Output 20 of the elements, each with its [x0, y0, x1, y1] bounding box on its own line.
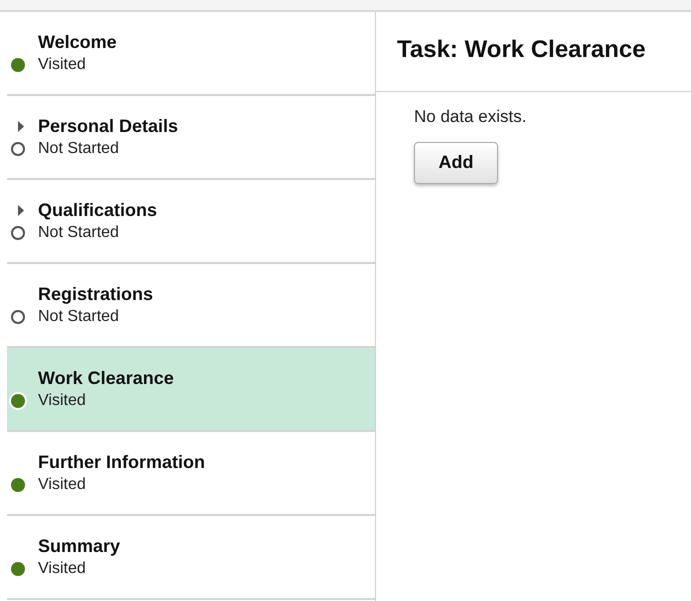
item-title: Work Clearance — [38, 367, 174, 390]
status-text: Not Started — [38, 139, 119, 159]
item-title: Personal Details — [38, 115, 178, 138]
sidebar-item[interactable]: Work Clearance Visited — [7, 348, 375, 432]
status-text: Not Started — [38, 307, 119, 327]
item-title: Summary — [38, 535, 120, 558]
item-title: Registrations — [38, 283, 154, 306]
expand-arrow-icon[interactable] — [18, 204, 24, 216]
status-text: Visited — [38, 391, 86, 411]
status-text: Visited — [38, 475, 86, 495]
item-title: Welcome — [38, 31, 117, 54]
item-title: Qualifications — [38, 199, 158, 222]
expand-arrow-icon[interactable] — [18, 120, 24, 132]
status-text: Visited — [38, 55, 86, 75]
no-data-message: No data exists. — [414, 106, 526, 128]
add-button[interactable]: Add — [414, 142, 498, 184]
status-text: Visited — [38, 559, 86, 579]
task-title: Task: Work Clearance — [376, 12, 691, 92]
item-title: Further Information — [38, 451, 205, 474]
status-text: Not Started — [38, 223, 119, 243]
